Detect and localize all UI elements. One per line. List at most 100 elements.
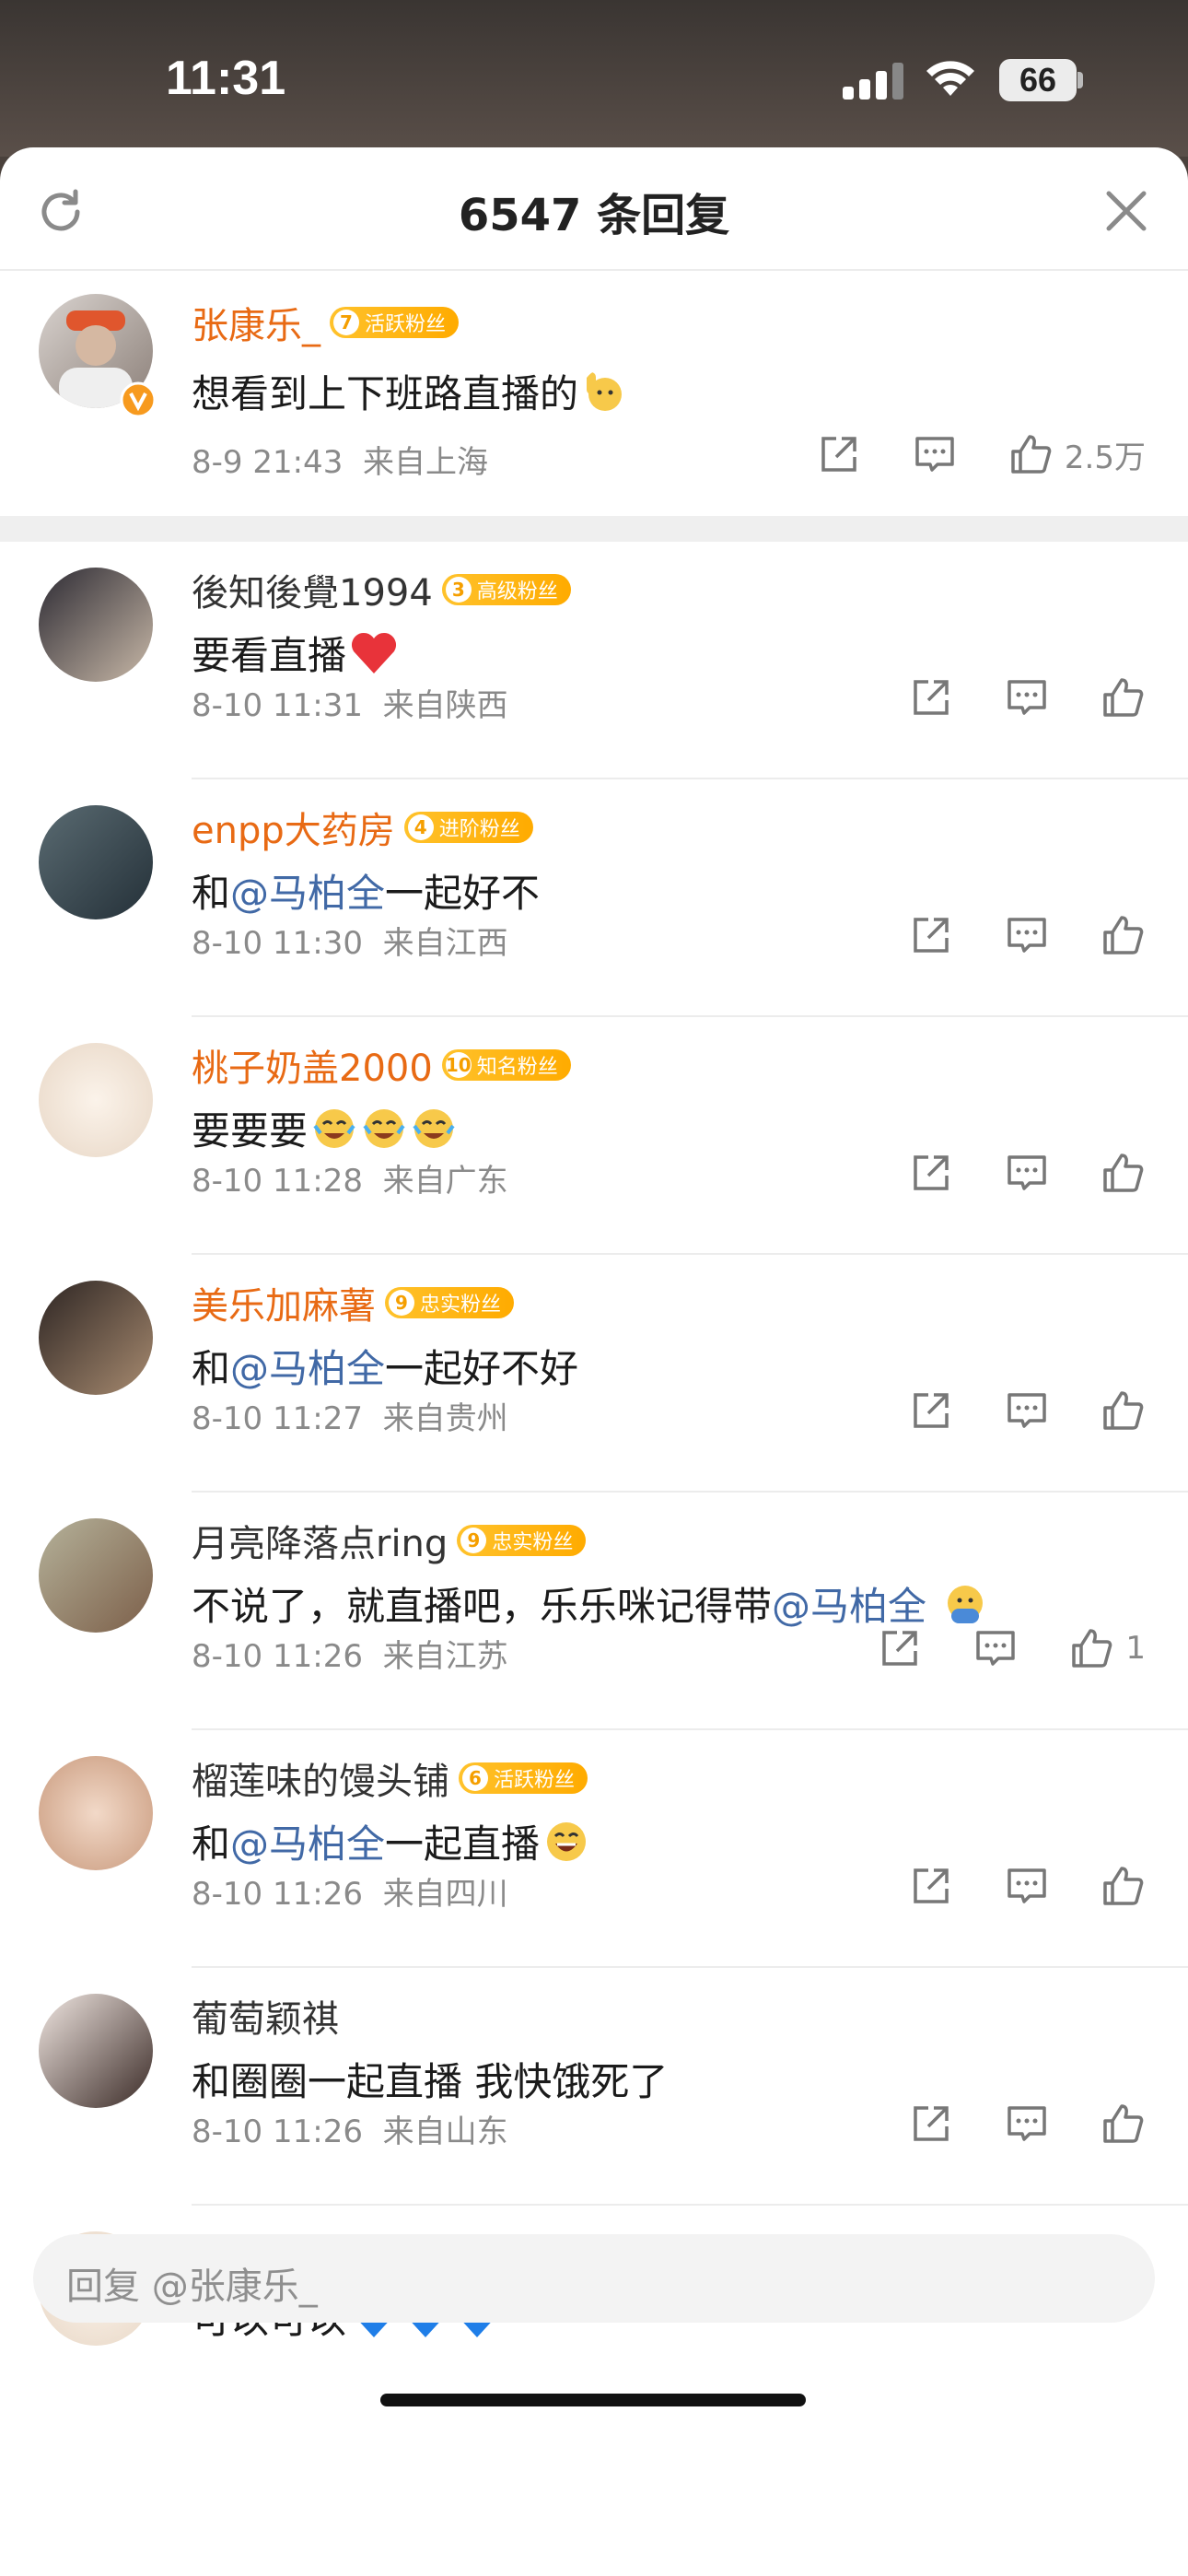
- avatar[interactable]: [39, 1281, 153, 1395]
- share-icon[interactable]: [816, 431, 862, 477]
- share-icon[interactable]: [908, 1150, 954, 1196]
- share-icon[interactable]: [908, 1863, 954, 1909]
- reply-meta: 8-10 11:26 来自山东: [192, 2113, 508, 2150]
- comment-icon[interactable]: [1004, 912, 1050, 958]
- like-count: 2.5万: [1064, 439, 1146, 476]
- crying-laugh-emoji: [363, 1108, 405, 1148]
- comment-icon[interactable]: [1004, 2101, 1050, 2147]
- reply-item: enpp大药房 4 进阶粉丝 和 @马柏全 一起好不 8-10 11:30 来自江西: [0, 779, 1188, 1017]
- reply-text: 要看直播: [192, 625, 398, 681]
- reply-meta: 8-10 11:26 来自江苏: [192, 1638, 508, 1675]
- like-icon[interactable]: [1100, 2101, 1146, 2147]
- verified-icon: [120, 381, 157, 418]
- grin-emoji: [547, 1821, 587, 1861]
- like-icon[interactable]: [1100, 1150, 1146, 1196]
- status-bar: 11:31 66: [0, 0, 1188, 157]
- reply-item: 葡萄颖祺 和圈圈一起直播 我快饿死了 8-10 11:26 来自山东: [0, 1968, 1188, 2206]
- like-count: 1: [1125, 1630, 1146, 1667]
- comment-meta: 8-9 21:43 来自上海: [192, 444, 488, 481]
- fan-badge: 3 高级粉丝: [441, 574, 571, 605]
- mention-link[interactable]: @马柏全: [230, 1338, 385, 1394]
- reply-input[interactable]: 回复 @张康乐_: [33, 2234, 1155, 2323]
- reply-item: 月亮降落点ring 9 忠实粉丝 不说了，就直播吧，乐乐咪记得带 @马柏全 8-10…: [0, 1493, 1188, 1730]
- status-time: 11:31: [166, 52, 286, 105]
- close-icon[interactable]: [1101, 186, 1151, 236]
- mention-link[interactable]: @马柏全: [772, 1575, 926, 1632]
- username[interactable]: 张康乐_: [192, 296, 320, 349]
- like-icon[interactable]: [1068, 1625, 1114, 1671]
- reply-actions: 1: [827, 1625, 1188, 1671]
- reply-item: 桃子奶盖2000 10 知名粉丝 要要要 8-10 11:28 来自广东: [0, 1017, 1188, 1255]
- reply-text: 和圈圈一起直播 我快饿死了: [192, 2059, 669, 2104]
- mention-link[interactable]: @马柏全: [230, 862, 385, 919]
- reply-item: 榴莲味的馒头铺 6 活跃粉丝 和 @马柏全 一起直播 8-10 11:26 来自四川: [0, 1730, 1188, 1968]
- reply-item: 美乐加麻薯 9 忠实粉丝 和 @马柏全 一起好不好 8-10 11:27 来自贵州: [0, 1255, 1188, 1493]
- red-heart-emoji: [351, 632, 397, 673]
- share-icon[interactable]: [908, 912, 954, 958]
- comment-text: 想看到上下班路直播的: [192, 363, 628, 419]
- fan-badge: 10 知名粉丝: [441, 1049, 571, 1081]
- comment-icon[interactable]: [1004, 674, 1050, 720]
- like-icon[interactable]: [1100, 1863, 1146, 1909]
- share-icon[interactable]: [908, 674, 954, 720]
- reply-meta: 8-10 11:26 来自四川: [192, 1876, 508, 1913]
- like-icon[interactable]: [1007, 431, 1054, 477]
- fan-badge: 7 活跃粉丝: [330, 307, 460, 338]
- name-row: 榴莲味的馒头铺 6 活跃粉丝: [192, 1756, 588, 1803]
- raise-hand-emoji: [587, 371, 623, 411]
- reply-meta: 8-10 11:31 来自陕西: [192, 687, 508, 724]
- name-row: 月亮降落点ring 9 忠实粉丝: [192, 1518, 587, 1565]
- like-icon[interactable]: [1100, 912, 1146, 958]
- name-row: 桃子奶盖2000 10 知名粉丝: [192, 1043, 571, 1090]
- fan-badge: 9 忠实粉丝: [457, 1525, 587, 1556]
- share-icon[interactable]: [908, 2101, 954, 2147]
- battery-indicator: 66: [999, 59, 1077, 101]
- avatar[interactable]: [39, 1043, 153, 1157]
- fan-badge: 4 进阶粉丝: [403, 812, 533, 843]
- comment-icon[interactable]: [912, 431, 958, 477]
- username[interactable]: 葡萄颖祺: [192, 1989, 339, 2043]
- facepalm-emoji: [948, 1585, 984, 1623]
- reply-placeholder: 回复 @张康乐_: [66, 2266, 318, 2308]
- username[interactable]: enpp大药房: [192, 801, 395, 854]
- main-comment: 张康乐_ 7 活跃粉丝 想看到上下班路直播的 8-9 21:43 来自上海 2.5…: [0, 271, 1188, 533]
- reply-actions: [858, 1863, 1188, 1909]
- avatar[interactable]: [39, 1994, 153, 2108]
- reply-actions: [858, 1150, 1188, 1196]
- comment-icon[interactable]: [1004, 1863, 1050, 1909]
- username[interactable]: 後知後覺1994: [192, 563, 433, 616]
- page-title: 6547 条回复: [458, 190, 730, 241]
- avatar[interactable]: [39, 805, 153, 919]
- name-row: 葡萄颖祺: [192, 1994, 339, 2041]
- username[interactable]: 桃子奶盖2000: [192, 1038, 433, 1092]
- share-icon[interactable]: [877, 1625, 923, 1671]
- share-icon[interactable]: [908, 1388, 954, 1434]
- section-gap: [0, 516, 1188, 542]
- reply-meta: 8-10 11:27 来自贵州: [192, 1400, 508, 1437]
- reply-text: 不说了，就直播吧，乐乐咪记得带 @马柏全: [192, 1575, 988, 1632]
- reply-text: 和 @马柏全 一起直播: [192, 1813, 589, 1869]
- like-icon[interactable]: [1100, 674, 1146, 720]
- username[interactable]: 月亮降落点ring: [192, 1514, 448, 1567]
- comment-actions: 2.5万: [766, 431, 1188, 477]
- reply-text: 和 @马柏全 一起好不好: [192, 1338, 578, 1394]
- home-indicator: [380, 2394, 806, 2406]
- username[interactable]: 美乐加麻薯: [192, 1276, 376, 1329]
- reply-item: 後知後覺1994 3 高级粉丝 要看直播 8-10 11:31 来自陕西: [0, 542, 1188, 779]
- avatar[interactable]: [39, 568, 153, 682]
- comment-icon[interactable]: [973, 1625, 1019, 1671]
- avatar[interactable]: [39, 1518, 153, 1633]
- comment-icon[interactable]: [1004, 1150, 1050, 1196]
- sheet-header: 6547 条回复: [0, 147, 1188, 271]
- reply-actions: [858, 1388, 1188, 1434]
- fan-badge: 9 忠实粉丝: [385, 1287, 515, 1318]
- avatar[interactable]: [39, 1756, 153, 1870]
- like-icon[interactable]: [1100, 1388, 1146, 1434]
- reply-actions: [858, 2101, 1188, 2147]
- mention-link[interactable]: @马柏全: [230, 1813, 385, 1869]
- comment-icon[interactable]: [1004, 1388, 1050, 1434]
- reply-text: 和 @马柏全 一起好不: [192, 862, 540, 919]
- username[interactable]: 榴莲味的馒头铺: [192, 1751, 449, 1805]
- name-row: enpp大药房 4 进阶粉丝: [192, 805, 533, 852]
- reply-actions: [858, 912, 1188, 958]
